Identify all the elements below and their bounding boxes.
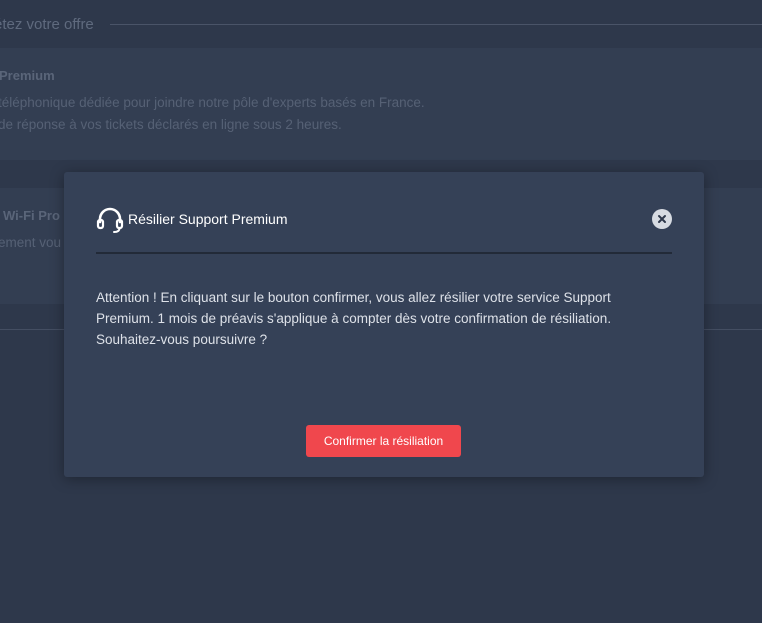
offer-card-title: Premium (0, 68, 55, 83)
close-icon (658, 215, 666, 223)
section-header: étez votre offre (0, 13, 762, 35)
offer-card-line: ement vou (0, 235, 62, 250)
offer-card-line: téléphonique dédiée pour joindre notre p… (0, 95, 425, 110)
headset-icon (96, 207, 124, 233)
page: étez votre offre Premium téléphonique dé… (0, 0, 762, 623)
section-title: étez votre offre (0, 15, 94, 33)
offer-card-title: Wi-Fi Pro (3, 208, 60, 223)
modal-separator (96, 252, 672, 254)
section-divider (109, 23, 762, 25)
offer-card-premium: Premium téléphonique dédiée pour joindre… (0, 48, 762, 160)
modal-message: Attention ! En cliquant sur le bouton co… (96, 290, 612, 347)
modal-title: Résilier Support Premium (128, 211, 288, 227)
modal-header: Résilier Support Premium (96, 204, 672, 236)
offer-card-line: de réponse à vos tickets déclarés en lig… (0, 117, 342, 132)
cancel-subscription-modal: Résilier Support Premium Attention ! En … (64, 172, 704, 477)
close-button[interactable] (652, 209, 672, 229)
confirm-cancellation-button[interactable]: Confirmer la résiliation (306, 425, 461, 457)
